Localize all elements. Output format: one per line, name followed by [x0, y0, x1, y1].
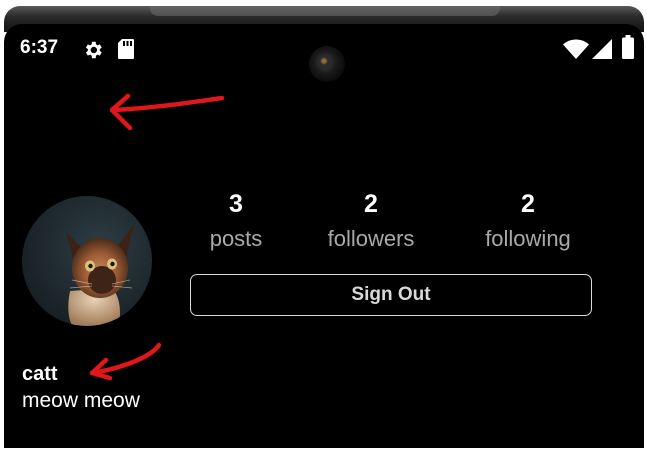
- stat-followers[interactable]: 2 followers: [306, 190, 436, 252]
- following-count: 2: [521, 190, 535, 218]
- screenshot-frame: 6:37 3 posts 2 followers 2 following Sig…: [0, 0, 647, 453]
- phone-bezel-highlight: [150, 6, 500, 16]
- annotation-arrow-top: [109, 93, 225, 131]
- stat-following[interactable]: 2 following: [463, 190, 593, 252]
- status-time: 6:37: [20, 37, 59, 58]
- front-camera: [309, 46, 345, 82]
- sd-card-icon: [118, 39, 134, 59]
- phone-screen: 6:37 3 posts 2 followers 2 following Sig…: [4, 24, 644, 448]
- battery-icon: [622, 35, 634, 59]
- annotation-arrow-bottom: [89, 342, 162, 381]
- gear-icon: [85, 41, 102, 59]
- sign-out-button[interactable]: Sign Out: [190, 274, 592, 316]
- profile-username: catt: [22, 363, 58, 385]
- stat-posts[interactable]: 3 posts: [171, 190, 301, 252]
- following-label: following: [485, 226, 571, 251]
- wifi-icon: [563, 39, 589, 59]
- followers-count: 2: [364, 190, 378, 218]
- followers-label: followers: [327, 226, 415, 251]
- avatar[interactable]: [22, 196, 152, 326]
- posts-count: 3: [229, 190, 243, 218]
- cat-photo: [66, 224, 134, 326]
- posts-label: posts: [209, 226, 263, 251]
- profile-bio: meow meow: [22, 389, 140, 412]
- cellular-signal-icon: [592, 39, 612, 59]
